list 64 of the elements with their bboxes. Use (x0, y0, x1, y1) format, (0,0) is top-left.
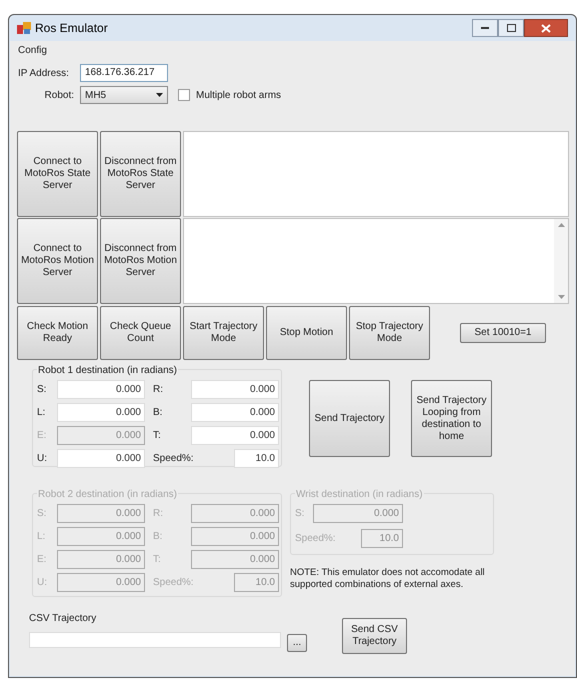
button[interactable]: Check Motion Ready (17, 306, 98, 360)
field-label: Robot: (44, 88, 75, 102)
input-field[interactable]: 0.000 (191, 426, 279, 445)
input-field[interactable]: 0.000 (191, 403, 279, 422)
input-field[interactable]: 0.000 (57, 403, 145, 422)
field-label: S: (295, 507, 306, 521)
note-text: NOTE: This emulator does not accomodate all supported combinations of external axes. (290, 567, 486, 591)
button[interactable]: Start Trajectory Mode (183, 306, 264, 360)
field-label: U: (37, 452, 48, 466)
button[interactable]: Disconnect from MotoRos State Server (100, 131, 181, 217)
button[interactable]: Send Trajectory Looping from destination to home (411, 380, 492, 457)
field-label: S: (37, 383, 48, 397)
button[interactable]: Connect to MotoRos Motion Server (17, 218, 98, 304)
csv-path-field[interactable] (29, 632, 281, 648)
button[interactable]: Send CSV Trajectory (342, 618, 407, 654)
field-label: Speed%: (152, 452, 191, 466)
field-label: E: (37, 553, 48, 567)
field-label: CSV Trajectory (29, 612, 98, 626)
close-button[interactable] (524, 19, 568, 37)
caret-icon (156, 93, 163, 97)
input-field[interactable]: 10.0 (234, 449, 279, 468)
group-title: Robot 1 destination (in radians) (37, 363, 178, 378)
button[interactable]: Set 10010=1 (460, 323, 546, 343)
field-label: T: (152, 429, 162, 443)
scrollbar[interactable] (554, 219, 568, 303)
input-field[interactable]: 0.000 (57, 449, 145, 468)
field-label: L: (37, 406, 46, 420)
button[interactable]: Check Queue Count (100, 306, 181, 360)
field-label: B: (152, 406, 164, 420)
field-label: L: (37, 530, 46, 544)
robot-dropdown[interactable]: MH5 (80, 86, 168, 104)
scroll-down-icon[interactable] (558, 295, 564, 299)
field-label: S: (37, 507, 48, 521)
field-label: Speed%: (152, 576, 191, 590)
maximize-button[interactable] (498, 19, 524, 37)
field-label: R: (152, 383, 164, 397)
button[interactable]: Connect to MotoRos State Server (17, 131, 98, 217)
group-title: Config (18, 44, 47, 58)
field-label: IP Address: (18, 66, 70, 80)
app-icon (17, 22, 31, 34)
group-title: Robot 2 destination (in radians) (37, 487, 178, 502)
button[interactable]: ... (287, 634, 307, 652)
field-label: U: (37, 576, 48, 590)
field-label: E: (37, 429, 48, 443)
checkbox[interactable] (178, 89, 190, 101)
close-icon (541, 24, 551, 32)
window-title: Ros Emulator (35, 20, 108, 37)
checkbox-label: Multiple robot arms (196, 88, 282, 102)
input-field[interactable]: 0.000 (191, 380, 279, 399)
maximize-icon (506, 24, 516, 32)
field-label: T: (152, 553, 162, 567)
ip-address-field[interactable]: 168.176.36.217 (80, 64, 168, 82)
scroll-up-icon[interactable] (558, 223, 564, 227)
field-label: R: (152, 507, 164, 521)
minimize-icon (481, 26, 489, 30)
field-label: B: (152, 530, 164, 544)
group-title: Wrist destination (in radians) (295, 487, 424, 502)
button[interactable]: Disconnect from MotoRos Motion Server (100, 218, 181, 304)
button[interactable]: Stop Trajectory Mode (349, 306, 430, 360)
minimize-button[interactable] (472, 19, 498, 37)
input-field[interactable]: 0.000 (57, 380, 145, 399)
button[interactable]: Stop Motion (266, 306, 347, 360)
field-label: Speed%: (295, 532, 337, 546)
button[interactable]: Send Trajectory (309, 380, 390, 457)
